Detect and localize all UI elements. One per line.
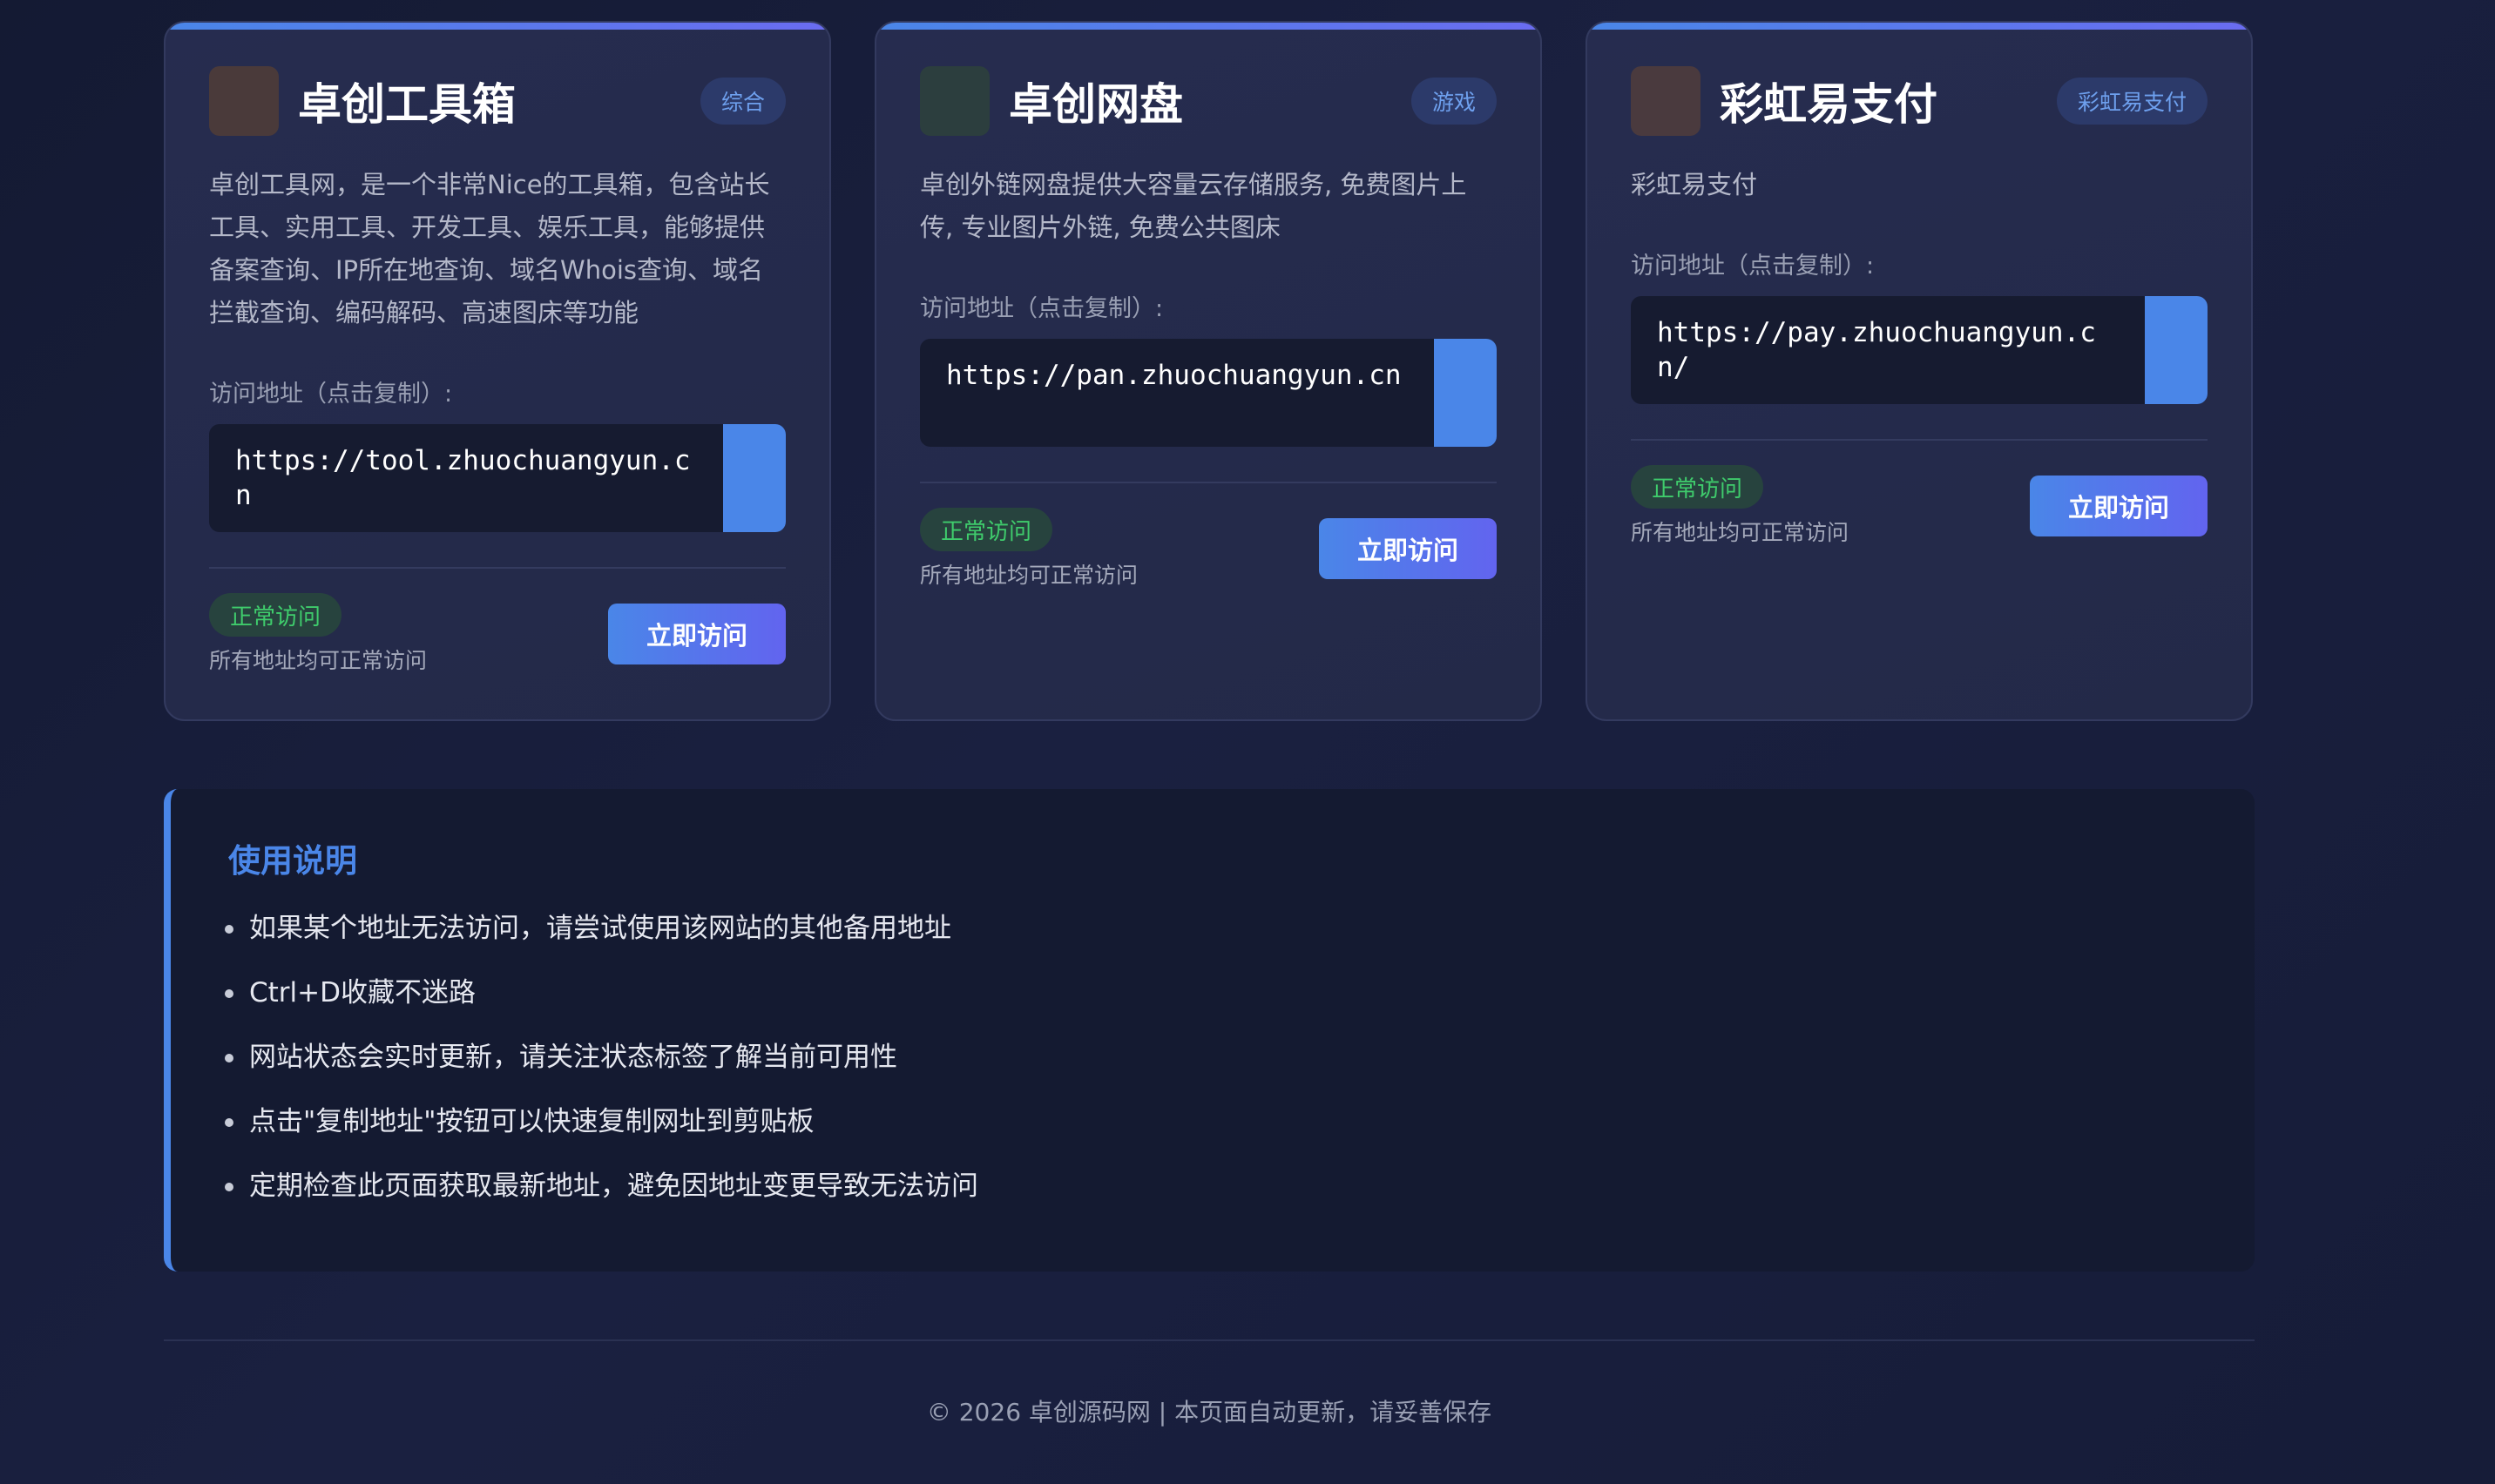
address-box[interactable]: https://pay.zhuochuangyun.cn/ <box>1631 296 2208 404</box>
status-block: 正常访问 所有地址均可正常访问 <box>1631 465 1849 547</box>
address-text[interactable]: https://pan.zhuochuangyun.cn <box>920 339 1434 447</box>
category-tag: 综合 <box>700 78 786 125</box>
footer-divider <box>164 1339 2255 1341</box>
footer-copyright: © 2026 卓创源码网 | 本页面自动更新，请妥善保存 <box>926 1398 1492 1427</box>
list-item: 定期检查此页面获取最新地址，避免因地址变更导致无法访问 <box>223 1169 2255 1233</box>
list-item: Ctrl+D收藏不迷路 <box>223 975 2255 1040</box>
card-footer: 正常访问 所有地址均可正常访问 立即访问 <box>209 593 786 675</box>
site-logo <box>1631 66 1701 136</box>
card-footer: 正常访问 所有地址均可正常访问 立即访问 <box>920 508 1497 590</box>
copy-address-button[interactable] <box>723 424 786 532</box>
site-logo <box>920 66 990 136</box>
copy-address-button[interactable] <box>1434 339 1497 447</box>
site-card-grid: 卓创工具箱 综合 卓创工具网，是一个非常Nice的工具箱，包含站长工具、实用工具… <box>164 21 2255 721</box>
status-block: 正常访问 所有地址均可正常访问 <box>920 508 1138 590</box>
notes-list: 如果某个地址无法访问，请尝试使用该网站的其他备用地址 Ctrl+D收藏不迷路 网… <box>223 911 2255 1233</box>
address-box[interactable]: https://pan.zhuochuangyun.cn <box>920 339 1497 447</box>
status-note: 所有地址均可正常访问 <box>1631 520 1849 545</box>
status-badge: 正常访问 <box>1631 465 1764 509</box>
category-tag: 游戏 <box>1410 78 1497 125</box>
address-label: 访问地址（点击复制）: <box>1631 253 1875 280</box>
address-text[interactable]: https://tool.zhuochuangyun.cn <box>209 424 723 532</box>
status-badge: 正常访问 <box>920 508 1053 551</box>
address-label: 访问地址（点击复制）: <box>209 381 453 408</box>
status-note: 所有地址均可正常访问 <box>920 563 1139 588</box>
site-logo <box>209 66 279 136</box>
site-card-tool: 卓创工具箱 综合 卓创工具网，是一个非常Nice的工具箱，包含站长工具、实用工具… <box>164 21 831 721</box>
address-box[interactable]: https://tool.zhuochuangyun.cn <box>209 424 786 532</box>
address-label: 访问地址（点击复制）: <box>920 295 1164 322</box>
card-title: 卓创网盘 <box>1009 79 1183 130</box>
site-card-pan: 卓创网盘 游戏 卓创外链网盘提供大容量云存储服务, 免费图片上传, 专业图片外链… <box>875 21 1542 721</box>
card-header: 卓创工具箱 综合 <box>209 64 786 138</box>
notes-title: 使用说明 <box>228 842 357 880</box>
card-description: 卓创工具网，是一个非常Nice的工具箱，包含站长工具、实用工具、开发工具、娱乐工… <box>209 170 770 327</box>
status-badge: 正常访问 <box>209 593 342 637</box>
divider <box>920 482 1497 483</box>
card-description: 彩虹易支付 <box>1631 170 1758 199</box>
list-item: 网站状态会实时更新，请关注状态标签了解当前可用性 <box>223 1040 2255 1104</box>
card-header: 彩虹易支付 彩虹易支付 <box>1631 64 2208 138</box>
card-footer: 正常访问 所有地址均可正常访问 立即访问 <box>1631 465 2208 547</box>
site-card-pay: 彩虹易支付 彩虹易支付 彩虹易支付 访问地址（点击复制）: https://pa… <box>1586 21 2253 721</box>
status-block: 正常访问 所有地址均可正常访问 <box>209 593 427 675</box>
card-title: 彩虹易支付 <box>1720 79 1937 130</box>
card-title: 卓创工具箱 <box>298 79 516 130</box>
card-header: 卓创网盘 游戏 <box>920 64 1497 138</box>
list-item: 如果某个地址无法访问，请尝试使用该网站的其他备用地址 <box>223 911 2255 975</box>
address-text[interactable]: https://pay.zhuochuangyun.cn/ <box>1631 296 2145 404</box>
divider <box>209 567 786 569</box>
visit-button[interactable]: 立即访问 <box>2030 476 2208 536</box>
usage-notes-panel: 使用说明 如果某个地址无法访问，请尝试使用该网站的其他备用地址 Ctrl+D收藏… <box>164 789 2255 1272</box>
divider <box>1631 439 2208 441</box>
list-item: 点击"复制地址"按钮可以快速复制网址到剪贴板 <box>223 1104 2255 1169</box>
category-tag: 彩虹易支付 <box>2056 78 2208 125</box>
visit-button[interactable]: 立即访问 <box>1319 518 1497 579</box>
status-note: 所有地址均可正常访问 <box>209 648 428 673</box>
copy-address-button[interactable] <box>2145 296 2208 404</box>
visit-button[interactable]: 立即访问 <box>608 604 786 664</box>
card-description: 卓创外链网盘提供大容量云存储服务, 免费图片上传, 专业图片外链, 免费公共图床 <box>920 170 1467 242</box>
